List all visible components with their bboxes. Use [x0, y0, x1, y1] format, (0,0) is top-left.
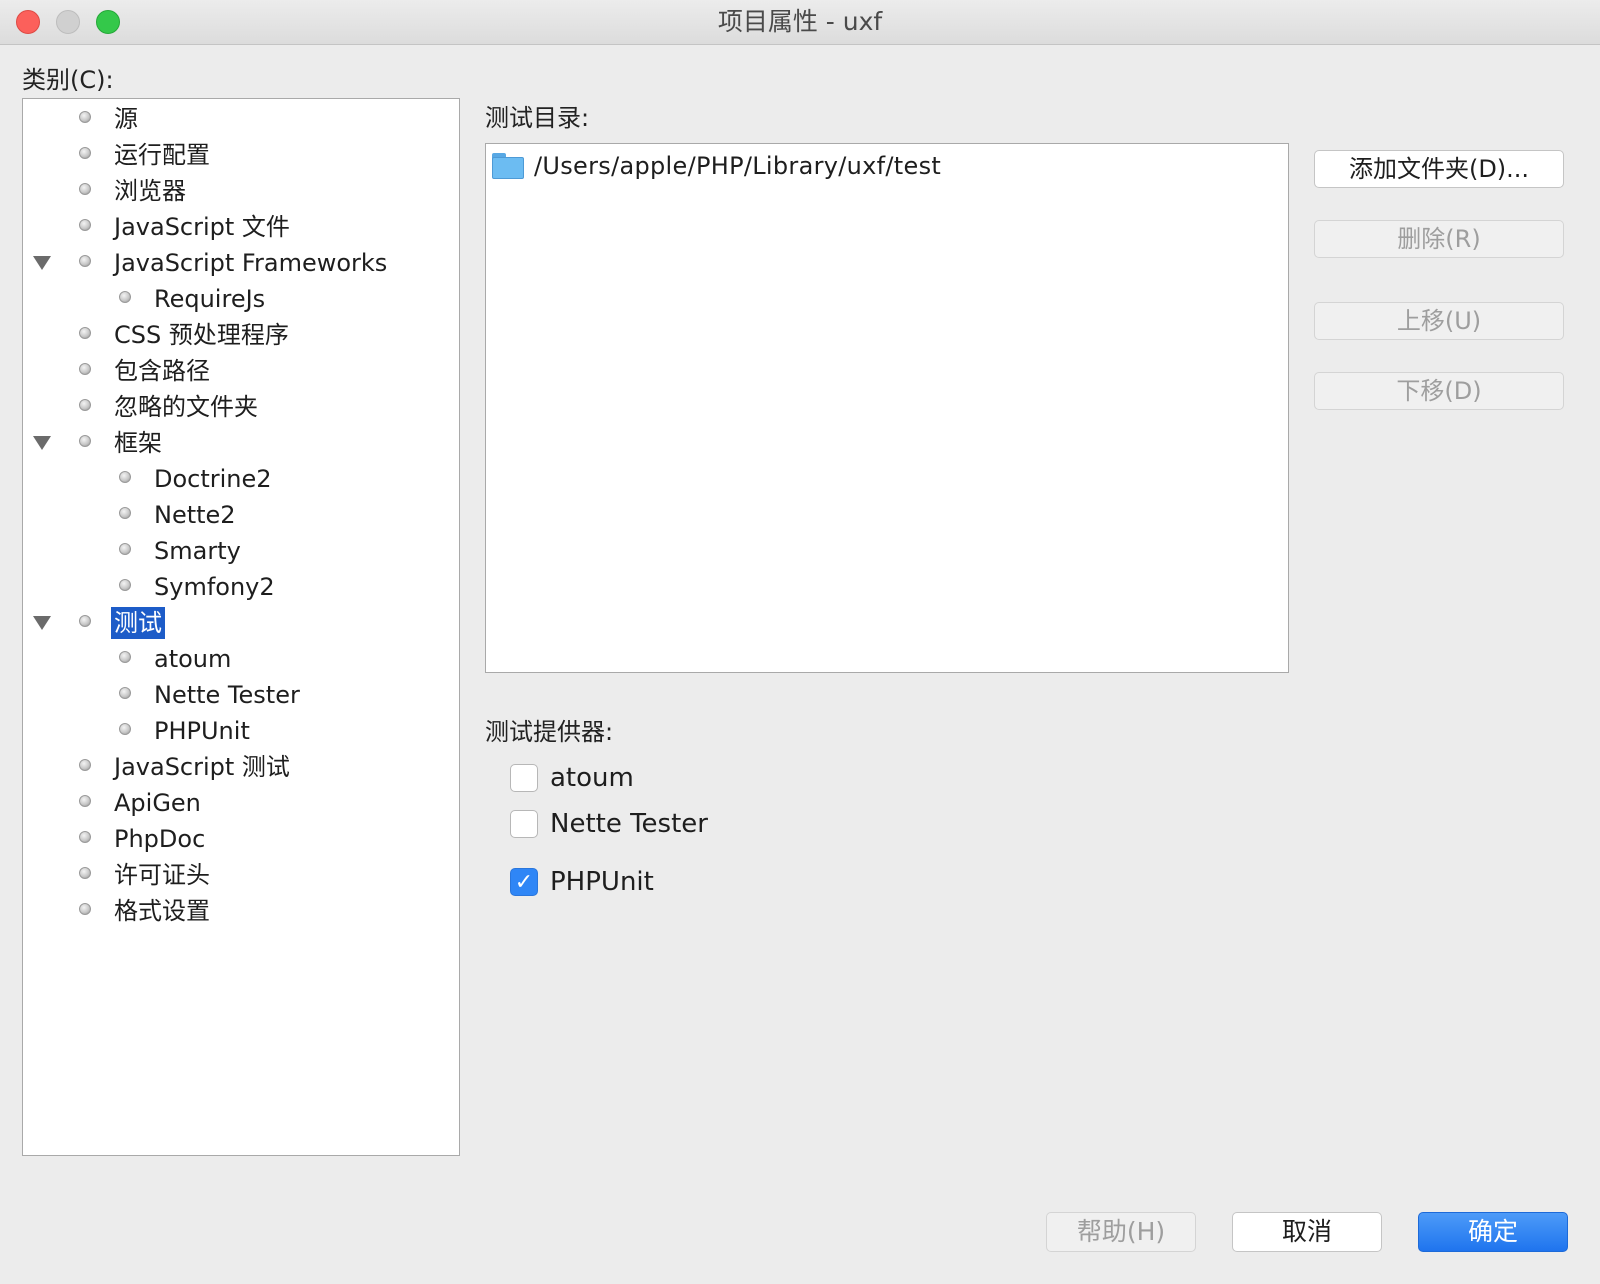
nette-tester-checkbox[interactable]	[510, 810, 538, 838]
bullet-icon	[79, 183, 91, 195]
bullet-icon	[79, 867, 91, 879]
bullet-icon	[79, 435, 91, 447]
category-tree[interactable]: 源运行配置浏览器 JavaScript 文件 JavaScript Framewor…	[22, 98, 460, 1156]
move-down-button[interactable]: 下移(D)	[1314, 372, 1564, 410]
providers-label: 测试提供器:	[485, 718, 614, 746]
checkbox-label: PHPUnit	[550, 867, 654, 897]
tree-item[interactable]: Doctrine2	[23, 463, 459, 495]
tree-item[interactable]: JavaScript Frameworks	[23, 247, 459, 279]
tree-item[interactable]: 浏览器	[23, 175, 459, 207]
tree-item[interactable]: 框架	[23, 427, 459, 459]
tree-item[interactable]: RequireJs	[23, 283, 459, 315]
tree-item-label: 浏览器	[114, 177, 186, 205]
tree-item[interactable]: CSS 预处理程序	[23, 319, 459, 351]
bullet-icon	[79, 831, 91, 843]
tree-item-label: JavaScript Frameworks	[114, 249, 388, 277]
tree-item-label: 源	[114, 105, 138, 133]
title-bar: 项目属性 - uxf	[0, 0, 1600, 45]
provider-nette-tester[interactable]: Nette Tester	[510, 808, 708, 840]
tree-item-label: 格式设置	[114, 897, 210, 925]
tree-item[interactable]: 源	[23, 103, 459, 135]
tree-item-label: 忽略的文件夹	[114, 393, 258, 421]
tree-item[interactable]: Nette2	[23, 499, 459, 531]
tree-item[interactable]: 格式设置	[23, 895, 459, 927]
bullet-icon	[79, 759, 91, 771]
tree-item-label: Symfony2	[154, 573, 275, 601]
provider-atoum[interactable]: atoum	[510, 762, 634, 794]
bullet-icon	[119, 723, 131, 735]
dir-path: /Users/apple/PHP/Library/uxf/test	[534, 152, 942, 180]
provider-phpunit[interactable]: ✓ PHPUnit	[510, 866, 654, 898]
atoum-checkbox[interactable]	[510, 764, 538, 792]
checkmark-icon: ✓	[514, 869, 534, 895]
tree-item-label: 包含路径	[114, 357, 210, 385]
tree-item-label: Smarty	[154, 537, 241, 565]
tree-item[interactable]: JavaScript 测试	[23, 751, 459, 783]
bullet-icon	[79, 399, 91, 411]
bullet-icon	[79, 111, 91, 123]
expand-toggle-icon[interactable]	[33, 616, 51, 630]
tree-item-label: 测试	[111, 607, 165, 639]
tree-item-label: Nette2	[154, 501, 236, 529]
add-folder-button[interactable]: 添加文件夹(D)...	[1314, 150, 1564, 188]
ok-button[interactable]: 确定	[1418, 1212, 1568, 1252]
bullet-icon	[119, 471, 131, 483]
tree-item[interactable]: 测试	[23, 607, 459, 639]
move-up-button[interactable]: 上移(U)	[1314, 302, 1564, 340]
tree-item[interactable]: 包含路径	[23, 355, 459, 387]
bullet-icon	[79, 615, 91, 627]
expand-toggle-icon[interactable]	[33, 256, 51, 270]
bullet-icon	[79, 327, 91, 339]
tree-item-label: PhpDoc	[114, 825, 206, 853]
tree-item-label: PHPUnit	[154, 717, 250, 745]
expand-toggle-icon[interactable]	[33, 436, 51, 450]
tree-item[interactable]: JavaScript 文件	[23, 211, 459, 243]
bullet-icon	[79, 903, 91, 915]
bullet-icon	[119, 507, 131, 519]
tree-item[interactable]: 许可证头	[23, 859, 459, 891]
bullet-icon	[119, 687, 131, 699]
tree-item[interactable]: ApiGen	[23, 787, 459, 819]
tree-item[interactable]: atoum	[23, 643, 459, 675]
tree-item-label: 许可证头	[114, 861, 210, 889]
test-dirs-label: 测试目录:	[485, 104, 590, 132]
tree-item-label: 运行配置	[114, 141, 210, 169]
remove-button[interactable]: 删除(R)	[1314, 220, 1564, 258]
tree-item[interactable]: PHPUnit	[23, 715, 459, 747]
tree-item[interactable]: 运行配置	[23, 139, 459, 171]
bullet-icon	[119, 543, 131, 555]
tree-item[interactable]: Symfony2	[23, 571, 459, 603]
phpunit-checkbox[interactable]: ✓	[510, 868, 538, 896]
bullet-icon	[79, 363, 91, 375]
bullet-icon	[79, 795, 91, 807]
list-item[interactable]: /Users/apple/PHP/Library/uxf/test	[492, 150, 941, 182]
bullet-icon	[79, 255, 91, 267]
categories-label: 类别(C):	[22, 66, 114, 94]
tree-item-label: JavaScript 文件	[114, 213, 290, 241]
tree-item[interactable]: Nette Tester	[23, 679, 459, 711]
folder-icon	[492, 153, 524, 179]
tree-item-label: 框架	[114, 429, 162, 457]
tree-item[interactable]: PhpDoc	[23, 823, 459, 855]
cancel-button[interactable]: 取消	[1232, 1212, 1382, 1252]
help-button[interactable]: 帮助(H)	[1046, 1212, 1196, 1252]
tree-item-label: CSS 预处理程序	[114, 321, 289, 349]
checkbox-label: atoum	[550, 763, 634, 793]
tree-item-label: Doctrine2	[154, 465, 272, 493]
bullet-icon	[119, 291, 131, 303]
bullet-icon	[79, 219, 91, 231]
test-dir-list[interactable]: /Users/apple/PHP/Library/uxf/test	[485, 143, 1289, 673]
bullet-icon	[119, 651, 131, 663]
bullet-icon	[79, 147, 91, 159]
tree-item-label: JavaScript 测试	[114, 753, 290, 781]
tree-item-label: ApiGen	[114, 789, 201, 817]
bullet-icon	[119, 579, 131, 591]
tree-item[interactable]: Smarty	[23, 535, 459, 567]
tree-item-label: RequireJs	[154, 285, 266, 313]
checkbox-label: Nette Tester	[550, 809, 708, 839]
tree-item-label: Nette Tester	[154, 681, 300, 709]
tree-item-label: atoum	[154, 645, 232, 673]
window-title: 项目属性 - uxf	[717, 7, 883, 36]
tree-item[interactable]: 忽略的文件夹	[23, 391, 459, 423]
